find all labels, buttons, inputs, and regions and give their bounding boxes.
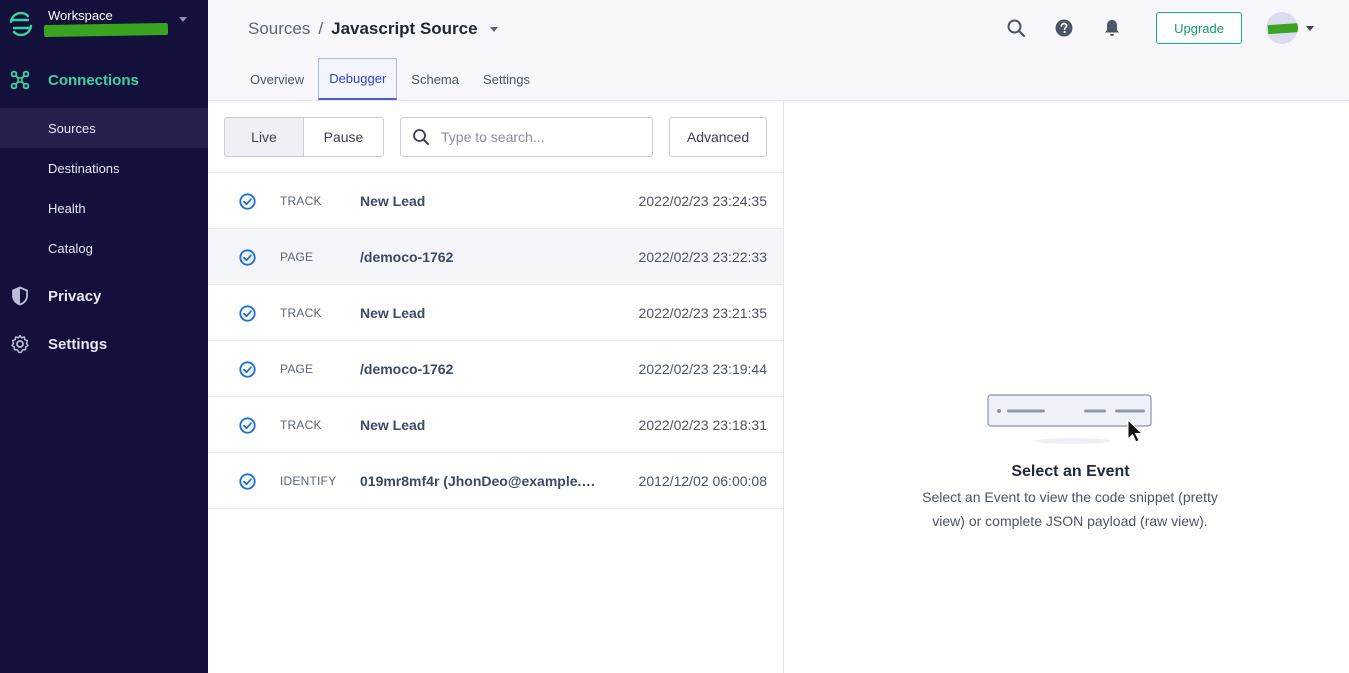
search-input[interactable] bbox=[441, 127, 641, 147]
avatar-redacted bbox=[1267, 22, 1298, 35]
event-timestamp: 2022/02/23 23:19:44 bbox=[638, 361, 767, 377]
avatar[interactable] bbox=[1266, 12, 1298, 44]
event-timestamp: 2022/02/23 23:21:35 bbox=[638, 305, 767, 321]
event-name: New Lead bbox=[360, 417, 426, 433]
event-timestamp: 2022/02/23 23:22:33 bbox=[638, 249, 767, 265]
breadcrumb: Sources / Javascript Source bbox=[248, 19, 498, 39]
gear-icon bbox=[10, 334, 30, 354]
check-circle-icon bbox=[239, 249, 256, 266]
help-icon[interactable] bbox=[1054, 18, 1074, 38]
workspace-switcher[interactable]: Workspace bbox=[0, 0, 208, 52]
breadcrumb-separator: / bbox=[318, 19, 324, 38]
sidebar-item-label: Catalog bbox=[48, 240, 93, 256]
event-row[interactable]: TRACK New Lead 2022/02/23 23:24:35 bbox=[208, 173, 783, 229]
empty-state-description: Select an Event to view the code snippet… bbox=[922, 489, 1218, 529]
event-row[interactable]: TRACK New Lead 2022/02/23 23:18:31 bbox=[208, 397, 783, 453]
event-name: New Lead bbox=[360, 305, 426, 321]
event-type: TRACK bbox=[280, 194, 322, 208]
event-list-panel: Live Pause Advanced TRACK New Lead 2022/… bbox=[208, 101, 784, 673]
event-type: TRACK bbox=[280, 306, 322, 320]
chevron-down-icon bbox=[179, 17, 187, 22]
pause-button[interactable]: Pause bbox=[304, 118, 383, 156]
sidebar-item-connections[interactable]: Connections bbox=[0, 60, 208, 100]
event-type: IDENTIFY bbox=[280, 474, 337, 488]
tab-settings[interactable]: Settings bbox=[473, 58, 540, 100]
check-circle-icon bbox=[239, 193, 256, 210]
tab-overview[interactable]: Overview bbox=[240, 58, 314, 100]
event-name: /democo-1762 bbox=[360, 361, 454, 377]
event-type: PAGE bbox=[280, 250, 314, 264]
debugger-toolbar: Live Pause Advanced bbox=[208, 101, 783, 173]
event-timestamp: 2022/02/23 23:24:35 bbox=[638, 193, 767, 209]
sidebar-item-label: Privacy bbox=[48, 287, 102, 305]
chevron-down-icon[interactable] bbox=[1306, 26, 1314, 31]
search-icon bbox=[413, 129, 429, 145]
event-name: /democo-1762 bbox=[360, 249, 454, 265]
workspace-label: Workspace bbox=[48, 8, 113, 23]
segment-logo-icon bbox=[9, 11, 33, 37]
event-row[interactable]: IDENTIFY 019mr8mf4r (JhonDeo@example.com… bbox=[208, 453, 783, 509]
breadcrumb-sources-link[interactable]: Sources bbox=[248, 19, 310, 39]
sidebar-item-label: Connections bbox=[48, 71, 139, 89]
workspace-name-redacted bbox=[43, 22, 169, 38]
live-pause-toggle: Live Pause bbox=[224, 117, 384, 157]
sidebar-item-label: Destinations bbox=[48, 160, 120, 176]
event-type: TRACK bbox=[280, 418, 322, 432]
check-circle-icon bbox=[239, 305, 256, 322]
bell-icon[interactable] bbox=[1102, 18, 1122, 38]
upgrade-button[interactable]: Upgrade bbox=[1156, 12, 1242, 44]
sidebar-item-sources[interactable]: Sources bbox=[0, 108, 208, 148]
event-row[interactable]: PAGE /democo-1762 2022/02/23 23:19:44 bbox=[208, 341, 783, 397]
check-circle-icon bbox=[239, 473, 256, 490]
sidebar-item-label: Health bbox=[48, 200, 86, 216]
sidebar-item-label: Settings bbox=[48, 335, 108, 353]
search-icon[interactable] bbox=[1006, 18, 1026, 38]
sidebar-item-privacy[interactable]: Privacy bbox=[0, 276, 208, 316]
sidebar-item-catalog[interactable]: Catalog bbox=[0, 228, 208, 268]
sidebar: Workspace Connections Sources Destinatio… bbox=[0, 0, 208, 673]
event-type: PAGE bbox=[280, 362, 314, 376]
event-row[interactable]: PAGE /democo-1762 2022/02/23 23:22:33 bbox=[208, 229, 783, 285]
check-circle-icon bbox=[239, 361, 256, 378]
connections-icon bbox=[10, 70, 30, 90]
source-dropdown-chevron-icon[interactable] bbox=[489, 26, 498, 32]
select-event-illustration bbox=[987, 394, 1152, 444]
tab-schema[interactable]: Schema bbox=[401, 58, 469, 100]
live-button[interactable]: Live bbox=[225, 118, 304, 156]
empty-state-title: Select an Event bbox=[1011, 463, 1130, 480]
advanced-button[interactable]: Advanced bbox=[669, 117, 767, 157]
event-timestamp: 2012/12/02 06:00:08 bbox=[638, 473, 767, 489]
search-box bbox=[400, 117, 653, 157]
event-list: TRACK New Lead 2022/02/23 23:24:35 PAGE … bbox=[208, 173, 783, 509]
sidebar-item-destinations[interactable]: Destinations bbox=[0, 148, 208, 188]
sidebar-item-label: Sources bbox=[48, 120, 96, 136]
sidebar-item-health[interactable]: Health bbox=[0, 188, 208, 228]
tab-debugger[interactable]: Debugger bbox=[318, 58, 398, 100]
breadcrumb-current-source[interactable]: Javascript Source bbox=[331, 19, 477, 39]
event-row[interactable]: TRACK New Lead 2022/02/23 23:21:35 bbox=[208, 285, 783, 341]
event-name: New Lead bbox=[360, 193, 426, 209]
shield-icon bbox=[10, 286, 30, 306]
sidebar-item-settings[interactable]: Settings bbox=[0, 324, 208, 364]
source-tabs: Overview Debugger Schema Settings bbox=[240, 58, 544, 100]
page-header: Sources / Javascript Source Upgrade Over… bbox=[208, 0, 1349, 101]
check-circle-icon bbox=[239, 417, 256, 434]
event-name: 019mr8mf4r (JhonDeo@example.com) bbox=[360, 473, 602, 489]
event-detail-panel: Select an Event Select an Event to view … bbox=[784, 101, 1349, 673]
event-timestamp: 2022/02/23 23:18:31 bbox=[638, 417, 767, 433]
